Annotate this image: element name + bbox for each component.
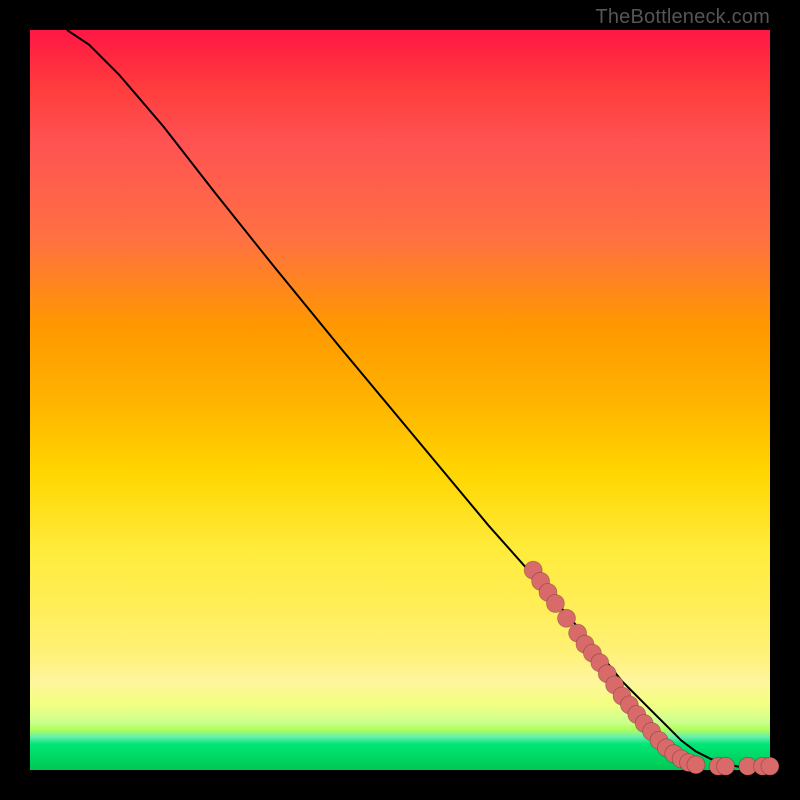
data-point <box>717 757 735 775</box>
data-point <box>558 609 576 627</box>
data-point <box>687 756 705 774</box>
chart-frame: TheBottleneck.com <box>0 0 800 800</box>
bottleneck-curve <box>67 30 770 769</box>
data-point <box>761 757 779 775</box>
watermark-text: TheBottleneck.com <box>595 6 770 29</box>
chart-svg <box>30 30 770 770</box>
plot-area <box>30 30 770 770</box>
data-points <box>524 561 779 775</box>
data-point <box>546 595 564 613</box>
